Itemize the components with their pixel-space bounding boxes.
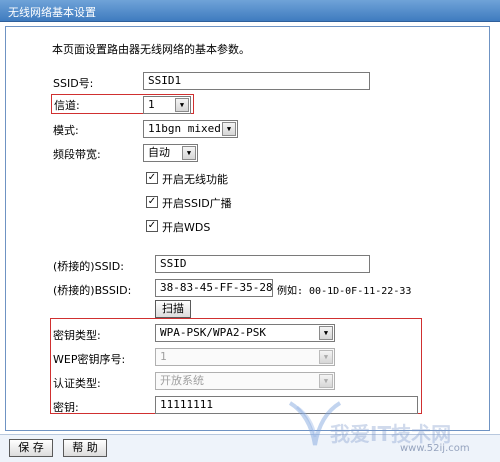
key-type-select[interactable]: WPA-PSK/WPA2-PSK ▼ — [155, 324, 335, 342]
ssid-broadcast-label: 开启SSID广播 — [162, 197, 232, 210]
window-title: 无线网络基本设置 — [8, 6, 96, 19]
chevron-down-icon[interactable]: ▼ — [182, 146, 196, 160]
wep-index-value: 1 — [160, 350, 167, 363]
wireless-label: 开启无线功能 — [162, 173, 228, 186]
key-type-label: 密钥类型: — [53, 329, 101, 342]
channel-value: 1 — [148, 98, 155, 111]
chevron-down-icon[interactable]: ▼ — [175, 98, 189, 112]
help-button[interactable]: 帮 助 — [63, 439, 107, 457]
wds-checkbox[interactable]: ✓ — [146, 220, 158, 232]
intro-text: 本页面设置路由器无线网络的基本参数。 — [52, 43, 250, 56]
mode-select[interactable]: 11bgn mixed ▼ — [143, 120, 238, 138]
wireless-checkbox[interactable]: ✓ — [146, 172, 158, 184]
auth-type-value: 开放系统 — [160, 374, 204, 387]
watermark-url: www.52ij.com — [400, 443, 470, 454]
key-label: 密钥: — [53, 401, 79, 414]
bridge-bssid-label: (桥接的)BSSID: — [53, 284, 132, 297]
bandwidth-value: 自动 — [148, 146, 170, 159]
wep-index-label: WEP密钥序号: — [53, 353, 126, 366]
chevron-down-icon[interactable]: ▼ — [222, 122, 236, 136]
auth-type-select[interactable]: 开放系统 ▼ — [155, 372, 335, 390]
bandwidth-label: 频段带宽: — [53, 148, 101, 161]
wds-label: 开启WDS — [162, 221, 211, 234]
bandwidth-select[interactable]: 自动 ▼ — [143, 144, 198, 162]
ssid-label: SSID号: — [53, 77, 94, 90]
chevron-down-icon[interactable]: ▼ — [319, 326, 333, 340]
wep-index-select[interactable]: 1 ▼ — [155, 348, 335, 366]
chevron-down-icon[interactable]: ▼ — [319, 350, 333, 364]
channel-label: 信道: — [54, 99, 80, 112]
bridge-ssid-input[interactable]: SSID — [155, 255, 370, 273]
chevron-down-icon[interactable]: ▼ — [319, 374, 333, 388]
key-type-value: WPA-PSK/WPA2-PSK — [160, 326, 266, 339]
ssid-broadcast-checkbox[interactable]: ✓ — [146, 196, 158, 208]
ssid-input[interactable]: SSID1 — [143, 72, 370, 90]
mode-label: 模式: — [53, 124, 79, 137]
scan-button[interactable]: 扫描 — [155, 300, 191, 318]
bssid-example: 例如: 00-1D-0F-11-22-33 — [277, 286, 412, 297]
title-bar: 无线网络基本设置 — [0, 0, 500, 22]
bridge-bssid-input[interactable]: 38-83-45-FF-35-28 — [155, 279, 273, 297]
mode-value: 11bgn mixed — [148, 122, 221, 135]
auth-type-label: 认证类型: — [53, 377, 101, 390]
bridge-ssid-label: (桥接的)SSID: — [53, 260, 124, 273]
save-button[interactable]: 保 存 — [9, 439, 53, 457]
channel-select[interactable]: 1 ▼ — [143, 96, 191, 114]
